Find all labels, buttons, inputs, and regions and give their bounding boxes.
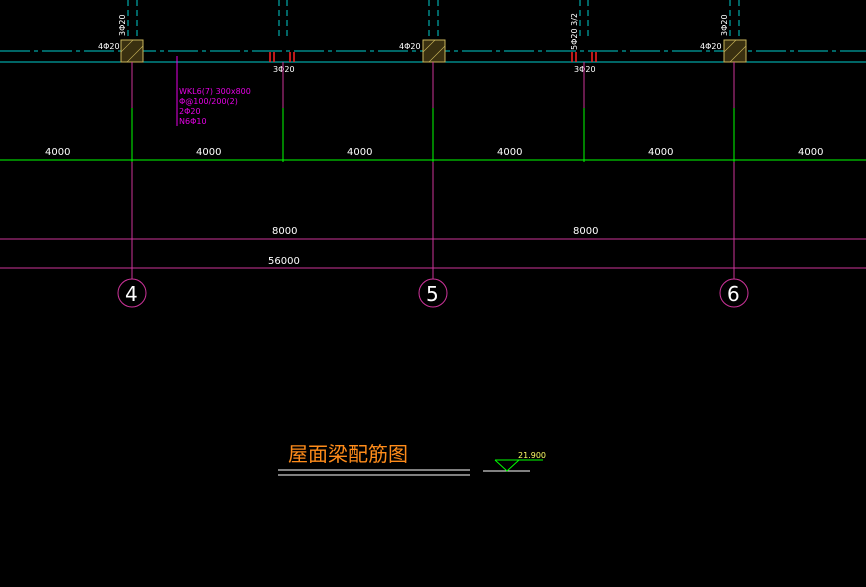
column-5 — [422, 39, 446, 63]
rebar-label-right-vertical: 3Φ20 — [720, 14, 729, 36]
rebar-label-span2-bottom: 3Φ20 — [574, 65, 596, 74]
dim-row2-2: 8000 — [573, 226, 598, 237]
axis-label-6: 6 — [727, 282, 740, 306]
dim-row2-1: 8000 — [272, 226, 297, 237]
dim-row1-2: 4000 — [196, 147, 221, 158]
dim-row1-4: 4000 — [497, 147, 522, 158]
elevation-symbol — [483, 459, 543, 472]
rebar-label-span2-top: 5Φ20 3/2 — [570, 13, 579, 50]
dim-ticks — [131, 108, 735, 162]
rebar-label-left-vertical: 3Φ20 — [118, 14, 127, 36]
rebar-label-mid: 4Φ20 — [399, 42, 421, 51]
column-6 — [723, 39, 747, 63]
annotation-line2: Φ@100/200(2) — [179, 97, 238, 106]
annotation-line1: WKL6(7) 300x800 — [179, 87, 251, 96]
drawing-canvas: 4Φ20 3Φ20 4Φ20 4Φ20 3Φ20 3Φ20 3Φ20 5Φ20 … — [0, 0, 866, 476]
dim-row1-3: 4000 — [347, 147, 372, 158]
dim-row1-6: 4000 — [798, 147, 823, 158]
rebar-label-span1-bottom: 3Φ20 — [273, 65, 295, 74]
axis-label-5: 5 — [426, 282, 439, 306]
column-4 — [120, 39, 144, 63]
rebar-label-left: 4Φ20 — [98, 42, 120, 51]
drawing-title: 屋面梁配筋图 — [288, 442, 408, 466]
elevation-value: 21.900 — [518, 451, 546, 460]
dim-row3: 56000 — [268, 256, 300, 267]
annotation-line3: 2Φ20 — [179, 107, 201, 116]
column-dash-lines — [127, 0, 740, 40]
dim-row1-1: 4000 — [45, 147, 70, 158]
dim-row1-5: 4000 — [648, 147, 673, 158]
axis-label-4: 4 — [125, 282, 138, 306]
rebar-label-right: 4Φ20 — [700, 42, 722, 51]
annotation-line4: N6Φ10 — [179, 117, 207, 126]
